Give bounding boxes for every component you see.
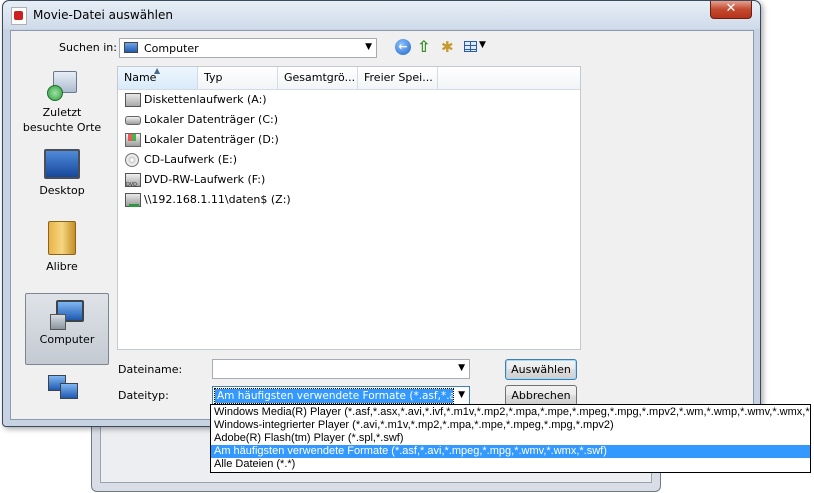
recent-places-icon xyxy=(47,71,77,101)
list-item-name: \\192.168.1.11\daten$ (Z:) xyxy=(144,193,291,206)
network-icon xyxy=(46,375,78,401)
column-header-total-size[interactable]: Gesamtgrö... xyxy=(278,67,358,89)
place-desktop[interactable]: Desktop xyxy=(19,145,105,213)
place-label: Computer xyxy=(39,333,95,346)
up-folder-icon[interactable]: ⇧ xyxy=(417,39,435,57)
floppy-drive-icon xyxy=(125,93,141,107)
chevron-down-icon[interactable]: ▼ xyxy=(365,42,372,52)
place-computer[interactable]: Computer xyxy=(25,293,109,365)
list-item-name: Diskettenlaufwerk (A:) xyxy=(144,93,267,106)
filetype-dropdown[interactable]: Am häufigsten verwendete Formate (*.asf,… xyxy=(212,386,470,406)
column-header-free-space[interactable]: Freier Spei... xyxy=(358,67,438,89)
filetype-label: Dateityp: xyxy=(118,389,169,402)
new-folder-icon[interactable]: ✱ xyxy=(441,39,459,57)
list-item-name: Lokaler Datenträger (D:) xyxy=(144,133,279,146)
column-header-name[interactable]: ▲ Name xyxy=(118,66,198,89)
filetype-options-list[interactable]: Windows Media(R) Player (*.asf,*.asx,*.a… xyxy=(210,404,811,473)
hard-drive-icon xyxy=(125,116,141,125)
dialog-title: Movie-Datei auswählen xyxy=(33,8,173,22)
column-header-type[interactable]: Typ xyxy=(198,67,278,89)
file-open-dialog: Movie-Datei auswählen ✕ Suchen in: Compu… xyxy=(2,0,761,427)
place-label: Alibre xyxy=(46,260,78,273)
place-label: Zuletzt besuchte Orte xyxy=(22,106,102,134)
place-alibre[interactable]: Alibre xyxy=(19,217,105,289)
filename-input[interactable]: ▼ xyxy=(212,359,470,379)
filetype-option-highlighted[interactable]: Am häufigsten verwendete Formate (*.asf,… xyxy=(211,445,810,458)
look-in-dropdown[interactable]: Computer ▼ xyxy=(119,38,377,58)
place-network[interactable] xyxy=(19,371,105,407)
dialog-client-area: Suchen in: Computer ▼ ← ⇧ ✱ ▼ Zuletzt bes… xyxy=(10,30,754,420)
desktop-icon xyxy=(44,149,80,179)
list-item-name: Lokaler Datenträger (C:) xyxy=(144,113,279,126)
look-in-label: Suchen in: xyxy=(59,41,117,54)
place-recent[interactable]: Zuletzt besuchte Orte xyxy=(19,67,105,137)
place-label: Desktop xyxy=(39,184,85,197)
dvd-drive-icon xyxy=(125,173,141,194)
library-icon xyxy=(48,221,76,255)
filename-label: Dateiname: xyxy=(118,363,183,376)
title-bar[interactable]: Movie-Datei auswählen ✕ xyxy=(3,1,760,29)
filetype-option[interactable]: Windows Media(R) Player (*.asf,*.asx,*.a… xyxy=(211,406,810,419)
network-drive-icon xyxy=(125,193,141,207)
close-button[interactable]: ✕ xyxy=(710,1,752,19)
look-in-value: Computer xyxy=(144,42,199,55)
list-item-name: DVD-RW-Laufwerk (F:) xyxy=(144,173,266,186)
chevron-down-icon[interactable]: ▼ xyxy=(458,390,465,400)
filetype-option[interactable]: Adobe(R) Flash(tm) Player (*.spl,*.swf) xyxy=(211,432,810,445)
back-icon[interactable]: ← xyxy=(395,39,411,55)
windows-drive-icon xyxy=(125,133,141,147)
filetype-option[interactable]: Alle Dateien (*.*) xyxy=(211,458,810,471)
chevron-down-icon[interactable]: ▼ xyxy=(458,363,465,373)
column-headers: ▲ Name Typ Gesamtgrö... Freier Spei... xyxy=(118,66,580,90)
cd-drive-icon xyxy=(125,153,139,167)
computer-icon xyxy=(50,300,84,330)
sort-ascending-icon: ▲ xyxy=(154,66,161,75)
filetype-option[interactable]: Windows-integrierter Player (*.avi,*.m1v… xyxy=(211,419,810,432)
views-menu-icon[interactable]: ▼ xyxy=(464,39,490,55)
computer-small-icon xyxy=(124,42,138,53)
cancel-button[interactable]: Abbrechen xyxy=(505,385,577,406)
file-list[interactable]: ▲ Name Typ Gesamtgrö... Freier Spei... D… xyxy=(117,66,581,350)
list-item-name: CD-Laufwerk (E:) xyxy=(144,153,238,166)
places-bar: Zuletzt besuchte Orte Desktop Alibre Comp… xyxy=(19,67,109,407)
select-button[interactable]: Auswählen xyxy=(505,359,577,380)
filetype-value: Am häufigsten verwendete Formate (*.asf,… xyxy=(214,388,454,404)
acrobat-document-icon xyxy=(11,7,27,25)
